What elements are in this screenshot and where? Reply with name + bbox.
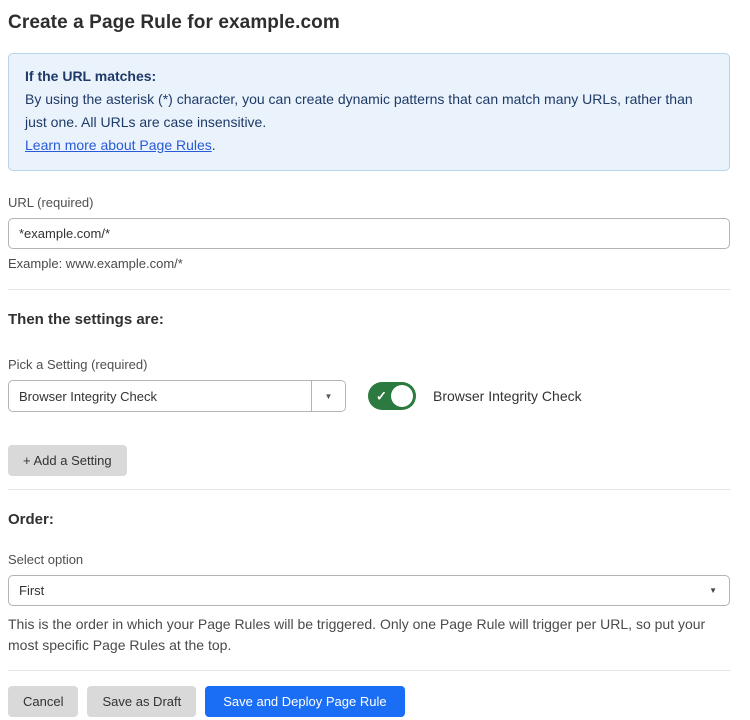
toggle-knob	[391, 385, 413, 407]
order-select-label: Select option	[8, 552, 730, 567]
save-deploy-button[interactable]: Save and Deploy Page Rule	[205, 686, 404, 717]
setting-row: Browser Integrity Check ▼ ✓ Browser Inte…	[8, 380, 730, 412]
create-page-rule-form: Create a Page Rule for example.com If th…	[0, 0, 750, 717]
setting-picker-label: Pick a Setting (required)	[8, 357, 730, 372]
order-section-heading: Order:	[8, 511, 730, 528]
setting-toggle-label: Browser Integrity Check	[433, 388, 582, 404]
add-setting-button[interactable]: + Add a Setting	[8, 445, 127, 476]
divider	[8, 489, 730, 490]
chevron-down-icon[interactable]: ▼	[311, 381, 345, 411]
info-box-link-row: Learn more about Page Rules.	[25, 134, 713, 157]
info-box-body: By using the asterisk (*) character, you…	[25, 88, 713, 134]
page-title: Create a Page Rule for example.com	[8, 12, 730, 34]
order-select[interactable]: First ▼	[8, 575, 730, 606]
footer-actions: Cancel Save as Draft Save and Deploy Pag…	[8, 686, 730, 717]
divider	[8, 289, 730, 290]
cancel-button[interactable]: Cancel	[8, 686, 78, 717]
check-icon: ✓	[376, 390, 387, 403]
url-match-info-box: If the URL matches: By using the asteris…	[8, 53, 730, 171]
save-draft-button[interactable]: Save as Draft	[87, 686, 196, 717]
chevron-down-icon: ▼	[709, 586, 717, 595]
setting-picker-dropdown[interactable]: Browser Integrity Check ▼	[8, 380, 346, 412]
url-input[interactable]	[8, 218, 730, 249]
setting-picker-value: Browser Integrity Check	[9, 381, 311, 411]
url-label: URL (required)	[8, 195, 730, 210]
info-box-heading: If the URL matches:	[25, 65, 713, 88]
learn-more-link[interactable]: Learn more about Page Rules	[25, 137, 212, 153]
order-helper-text: This is the order in which your Page Rul…	[8, 614, 730, 656]
setting-toggle[interactable]: ✓	[368, 382, 416, 410]
settings-section-heading: Then the settings are:	[8, 311, 730, 328]
url-helper-text: Example: www.example.com/*	[8, 256, 730, 271]
divider	[8, 670, 730, 671]
order-select-value: First	[19, 583, 44, 598]
link-suffix: .	[212, 137, 216, 153]
